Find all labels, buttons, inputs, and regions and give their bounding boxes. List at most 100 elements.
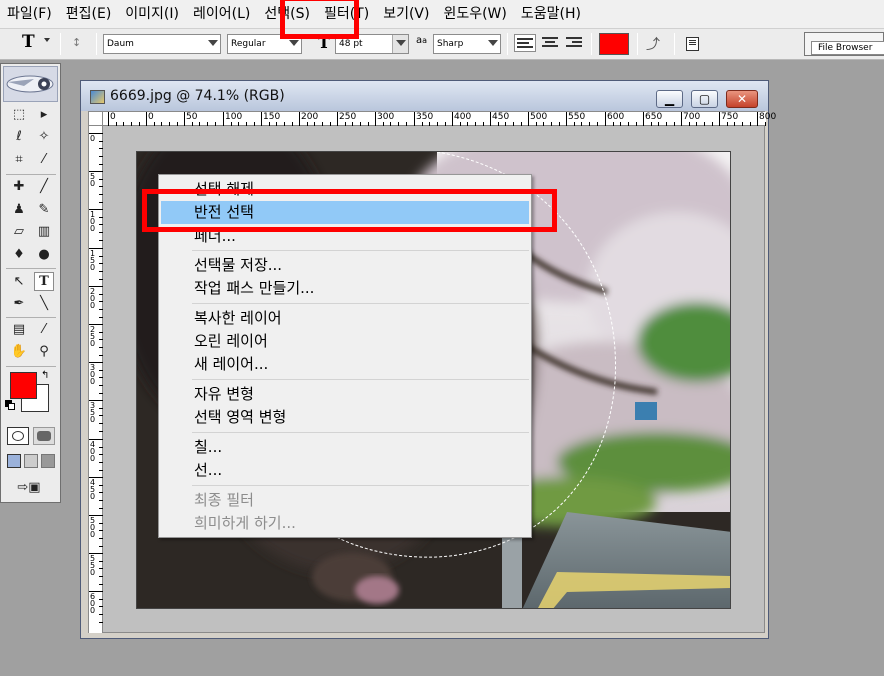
maximize-icon: ▢ [698, 92, 711, 106]
ruler-label: 500 [530, 112, 548, 122]
stamp-tool-icon[interactable]: ♟ [9, 200, 29, 219]
menu-item-transform-selection[interactable]: 선택 영역 변형 [161, 406, 529, 429]
menu-item-layer-via-cut[interactable]: 오린 레이어 [161, 330, 529, 353]
menu-help[interactable]: 도움말(H) [514, 0, 588, 28]
menu-separator [192, 485, 529, 486]
healing-brush-icon[interactable]: ✚ [9, 177, 29, 196]
antialias-icon: aa [416, 35, 427, 55]
foreground-color-swatch[interactable] [10, 372, 37, 399]
minimize-button[interactable]: ▁ [656, 90, 683, 108]
ruler-label: 5 0 0 [90, 516, 96, 539]
default-colors-icon[interactable] [8, 403, 15, 410]
ruler-label: 3 5 0 [90, 401, 96, 424]
ruler-label: 550 [568, 112, 586, 122]
type-tool-preset[interactable]: T [22, 32, 35, 52]
align-left-button[interactable] [514, 34, 536, 52]
antialias-select[interactable]: Sharp [433, 34, 501, 54]
ruler-label: 200 [301, 112, 319, 122]
font-family-select[interactable]: Daum [103, 34, 221, 54]
menu-separator [192, 379, 529, 380]
warp-text-icon[interactable]: ⤴ [646, 34, 660, 54]
dodge-tool-icon[interactable]: ● [34, 245, 54, 264]
ruler-label: 6 0 0 [90, 592, 96, 615]
lasso-tool-icon[interactable]: ℓ [9, 127, 29, 146]
path-select-icon[interactable]: ↖ [9, 272, 29, 291]
menu-item-make-work-path[interactable]: 작업 패스 만들기... [161, 277, 529, 300]
screen-mode-full-menu-button[interactable] [24, 454, 38, 468]
separator [674, 33, 675, 55]
eraser-tool-icon[interactable]: ▱ [9, 222, 29, 241]
align-right-button[interactable] [564, 34, 584, 52]
options-bar: T ↕ Daum Regular T 48 pt aa Sharp ⤴ File… [0, 28, 884, 60]
quickmask-mode-button[interactable] [33, 427, 55, 445]
preset-arrow-icon[interactable] [44, 38, 50, 42]
document-titlebar[interactable]: 6669.jpg @ 74.1% (RGB) ▁ ▢ ✕ [81, 81, 768, 111]
menu-item-layer-via-copy[interactable]: 복사한 레이어 [161, 307, 529, 330]
eyedropper-icon[interactable]: ⁄ [34, 320, 54, 339]
brush-tool-icon[interactable]: ╱ [34, 177, 54, 196]
gradient-tool-icon[interactable]: ▥ [34, 222, 54, 241]
menu-item-save-selection[interactable]: 선택물 저장... [161, 254, 529, 277]
annotation-box-select-menu [280, 0, 359, 39]
ruler-label: 0 [110, 112, 116, 122]
type-tool-icon[interactable]: T [34, 272, 54, 291]
line-tool-icon[interactable]: ╲ [34, 294, 54, 313]
minimize-icon: ▁ [664, 92, 675, 106]
font-family-value: Daum [107, 39, 134, 49]
blur-tool-icon[interactable]: ♦ [9, 245, 29, 264]
horizontal-ruler[interactable]: 0 0 50 100 150 200 250 300 350 400 450 500 550 600 650… [103, 112, 776, 126]
ruler-label: 0 [148, 112, 154, 122]
file-browser-tab[interactable]: File Browser [804, 32, 884, 56]
menu-view[interactable]: 보기(V) [376, 0, 436, 28]
ruler-origin[interactable] [89, 112, 103, 126]
toolbox-logo[interactable] [3, 66, 58, 102]
antialias-value: Sharp [437, 39, 464, 49]
magic-wand-icon[interactable]: ✧ [34, 127, 54, 146]
menu-item-last-filter: 최종 필터 [194, 491, 254, 509]
swap-colors-icon[interactable]: ↰ [41, 370, 49, 381]
annotation-box-inverse-select [142, 189, 557, 232]
menu-item-stroke[interactable]: 선... [161, 459, 529, 482]
menu-item-fade: 희미하게 하기... [194, 514, 296, 532]
palettes-icon[interactable] [686, 37, 699, 51]
notes-tool-icon[interactable]: ▤ [9, 320, 29, 339]
close-button[interactable]: ✕ [726, 90, 758, 108]
menu-layer[interactable]: 레이어(L) [186, 0, 257, 28]
menu-item-new-layer[interactable]: 새 레이어... [161, 353, 529, 376]
pen-tool-icon[interactable]: ✒ [9, 294, 29, 313]
standard-mode-button[interactable] [7, 427, 29, 445]
ruler-label: 0 [90, 134, 96, 143]
menu-item-fill[interactable]: 칠... [161, 436, 529, 459]
menu-item-free-transform[interactable]: 자유 변형 [161, 383, 529, 406]
text-orientation-icon[interactable]: ↕ [72, 36, 88, 52]
menu-file[interactable]: 파일(F) [0, 0, 59, 28]
separator [96, 33, 97, 55]
ruler-label: 3 0 0 [90, 363, 96, 386]
chevron-down-icon [488, 40, 498, 46]
ruler-label: 4 0 0 [90, 440, 96, 463]
separator [507, 33, 508, 55]
zoom-tool-icon[interactable]: ⚲ [34, 342, 54, 361]
ruler-label: 5 0 [90, 172, 96, 188]
text-color-swatch[interactable] [599, 33, 629, 55]
menu-image[interactable]: 이미지(I) [118, 0, 186, 28]
ruler-label: 450 [492, 112, 510, 122]
screen-mode-full-button[interactable] [41, 454, 55, 468]
history-brush-icon[interactable]: ✎ [34, 200, 54, 219]
screen-mode-standard-button[interactable] [7, 454, 21, 468]
menu-edit[interactable]: 편집(E) [59, 0, 119, 28]
maximize-button[interactable]: ▢ [691, 90, 718, 108]
marquee-tool-icon[interactable]: ⬚ [9, 105, 29, 124]
menu-window[interactable]: 윈도우(W) [436, 0, 513, 28]
file-browser-label: File Browser [811, 41, 884, 55]
ruler-label: 750 [721, 112, 739, 122]
align-center-button[interactable] [540, 34, 560, 52]
menu-separator [192, 303, 529, 304]
move-tool-icon[interactable]: ▸ [34, 105, 54, 124]
slice-tool-icon[interactable]: ⁄ [34, 150, 54, 169]
ruler-ticks [108, 112, 766, 126]
crop-tool-icon[interactable]: ⌗ [9, 150, 29, 169]
hand-tool-icon[interactable]: ✋ [9, 342, 29, 361]
jump-to-imageready-icon[interactable]: ⇨▣ [9, 478, 49, 497]
vertical-ruler[interactable]: 0 5 0 1 0 0 1 5 0 2 0 0 2 5 0 3 0 0 3 5 0 4 0 0 4… [89, 126, 103, 633]
